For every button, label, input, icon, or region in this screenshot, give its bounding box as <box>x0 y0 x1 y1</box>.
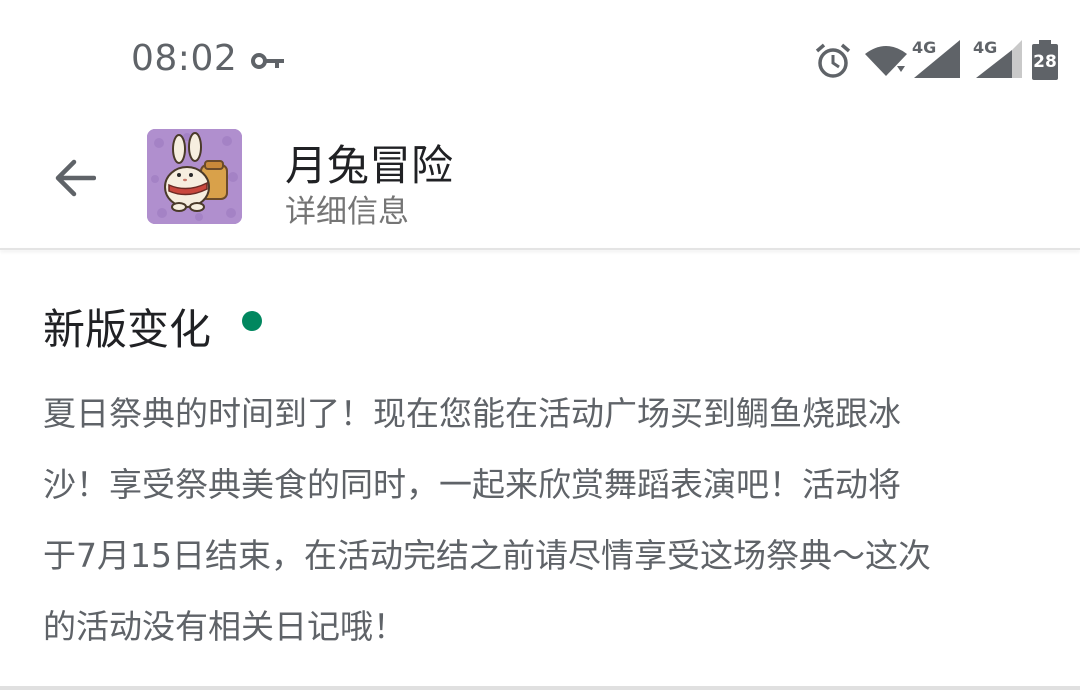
header-divider <box>0 248 1080 250</box>
battery-icon: 28 <box>1030 40 1060 80</box>
app-header: 月兔冒险 详细信息 <box>0 120 1080 248</box>
wifi-icon <box>865 46 907 76</box>
alarm-icon <box>815 43 851 78</box>
signal-icon <box>976 40 1022 78</box>
status-time: 08:02 <box>131 38 238 79</box>
release-notes-text: 夏日祭典的时间到了！现在您能在活动广场买到鲷鱼烧跟冰 沙！享受祭典美食的同时，一… <box>43 394 931 646</box>
key-icon <box>251 53 284 69</box>
app-icon[interactable] <box>147 129 242 224</box>
arrow-left-icon <box>55 159 96 197</box>
back-button[interactable] <box>40 144 108 212</box>
page-subtitle: 详细信息 <box>285 194 409 230</box>
app-title: 月兔冒险 <box>285 141 454 190</box>
status-bar: 08:02 4G 4G 28 <box>0 0 1080 120</box>
whats-new-heading: 新版变化 <box>43 305 212 354</box>
rabbit-icon <box>147 129 242 224</box>
battery-level: 28 <box>1033 52 1057 72</box>
new-indicator-dot <box>242 311 262 331</box>
bottom-divider <box>0 686 1080 690</box>
signal-icon <box>914 40 960 78</box>
